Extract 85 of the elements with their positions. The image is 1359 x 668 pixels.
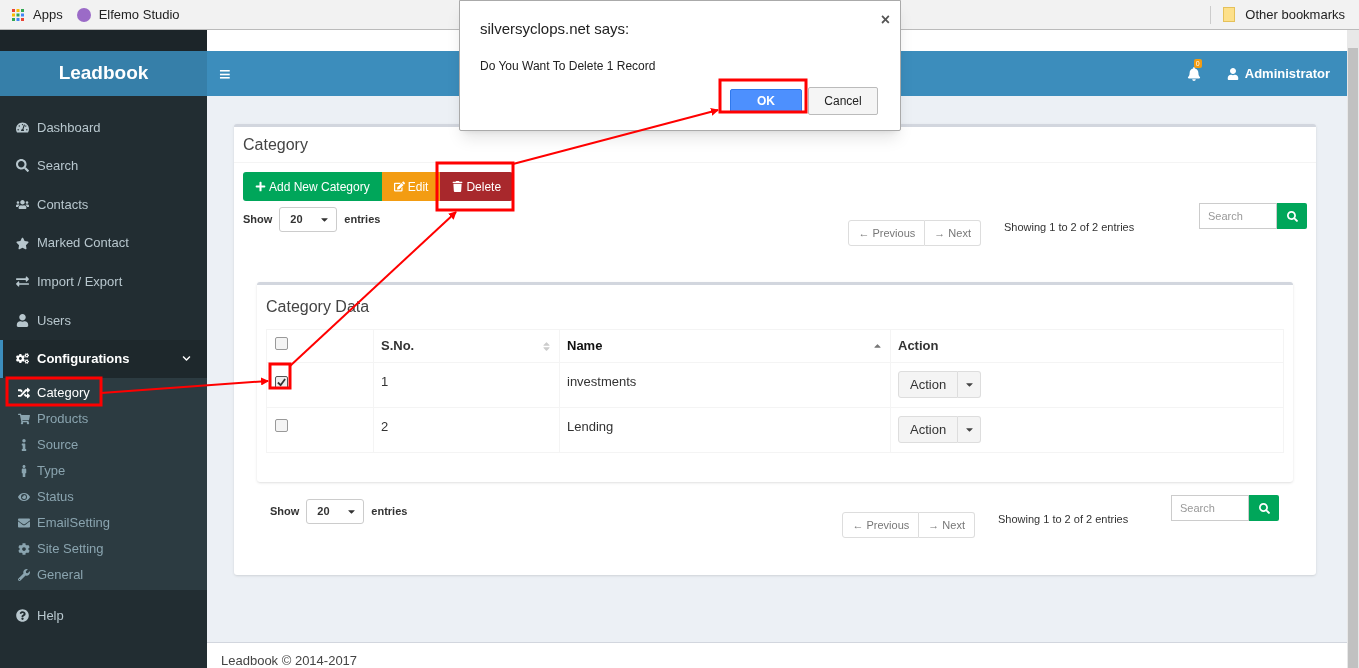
sort-icon [541,340,552,352]
close-button[interactable]: × [880,8,890,32]
search-icon [1258,502,1270,514]
shuffle-icon [18,387,30,400]
cart-icon [18,413,30,426]
entries-info: Showing 1 to 2 of 2 entries [997,512,1130,527]
entries-label: entries [344,212,381,228]
table-cell: Lending [567,419,614,434]
bookmark-favicon-icon [76,7,91,22]
sidebar-item[interactable]: Marked Contact [0,223,207,263]
page-size-select[interactable]: 20 [279,207,338,232]
sidebar-item[interactable]: Dashboard [0,108,207,147]
eye-icon [18,491,30,504]
previous-button[interactable]: ← Previous [848,220,926,246]
user-icon [1226,67,1239,80]
plus-icon [255,181,266,192]
arrows-icon [16,275,29,289]
bookmark-link[interactable]: Apps [33,4,63,25]
dialog-title: silversyclops.net says: [480,19,630,39]
envelope-icon [18,517,30,530]
next-button[interactable]: → Next [925,220,981,246]
sidebar-item[interactable]: Users [0,300,207,340]
dialog-message: Do You Want To Delete 1 Record [480,58,656,73]
user-menu[interactable]: Administrator [1244,63,1330,84]
action-dropdown-button[interactable] [958,416,982,443]
sidebar-item[interactable]: Contacts [0,185,207,224]
search-field[interactable]: Search [1171,495,1249,521]
column-header: Action [898,337,939,356]
submenu-item[interactable]: Site Setting [0,536,207,563]
gears-icon [16,352,29,366]
footer-text: Leadbook © 2014-2017 [221,653,358,668]
page-size-select[interactable]: 20 [306,499,365,524]
action-dropdown-button[interactable] [958,371,982,398]
next-button[interactable]: → Next [919,512,975,538]
submenu-item[interactable]: Status [0,484,207,511]
action-button[interactable]: Action [898,371,959,398]
dashboard-icon [16,120,29,134]
menu-toggle[interactable]: ≡ [219,63,231,84]
trash-icon [452,181,464,192]
column-header[interactable]: Name [567,336,603,356]
people-icon [16,198,29,211]
checkbox[interactable] [275,419,288,432]
brand-logo[interactable]: Leadbook [58,59,149,88]
submenu-item[interactable]: Source [0,432,207,459]
search-icon [16,159,29,173]
bookmark-link[interactable]: Elfemo Studio [98,4,180,25]
user-icon [16,313,29,327]
table-cell: 1 [381,374,389,389]
submenu-item[interactable]: General [0,562,207,589]
column-header[interactable]: S.No. [381,336,415,356]
sidebar-item[interactable]: Import / Export [0,262,207,301]
action-button[interactable]: Action [898,416,959,443]
search-button[interactable] [1277,203,1307,229]
chevron-icon [182,354,191,364]
submenu-item[interactable]: EmailSetting [0,510,207,537]
bell-icon[interactable] [1186,66,1201,81]
sidebar-item[interactable]: Search [0,146,207,186]
search-icon [1286,210,1298,222]
folder-icon [1223,7,1236,22]
entries-info: Showing 1 to 2 of 2 entries [1003,220,1136,235]
submenu-item[interactable]: Products [0,406,207,433]
wrench-icon [18,569,30,582]
search-field[interactable]: Search [1199,203,1277,229]
sidebar-item[interactable]: Configurations [0,339,207,379]
table-cell: investments [567,374,637,389]
cancel-button[interactable]: Cancel [808,86,878,115]
show-label: Show [270,504,300,520]
highlight-frame [268,362,292,390]
submenu-item[interactable]: Type [0,458,207,485]
search-button[interactable] [1249,495,1279,521]
show-label: Show [243,212,273,228]
sidebar-item[interactable]: Help [0,596,207,635]
help-icon [16,608,29,622]
other-bookmarks-link[interactable]: Other bookmarks [1245,4,1345,25]
checkbox[interactable] [275,337,288,351]
previous-button[interactable]: ← Previous [842,512,920,538]
pencil-icon [393,181,405,192]
apps-grid-icon [12,8,24,21]
delete-button[interactable]: Delete [440,172,514,201]
entries-label: entries [371,504,408,520]
table-cell: 2 [381,419,389,434]
submenu-item[interactable]: Category [0,380,207,407]
settings-icon [18,543,30,556]
panel-title: Category [243,134,308,155]
star-icon [16,236,29,250]
